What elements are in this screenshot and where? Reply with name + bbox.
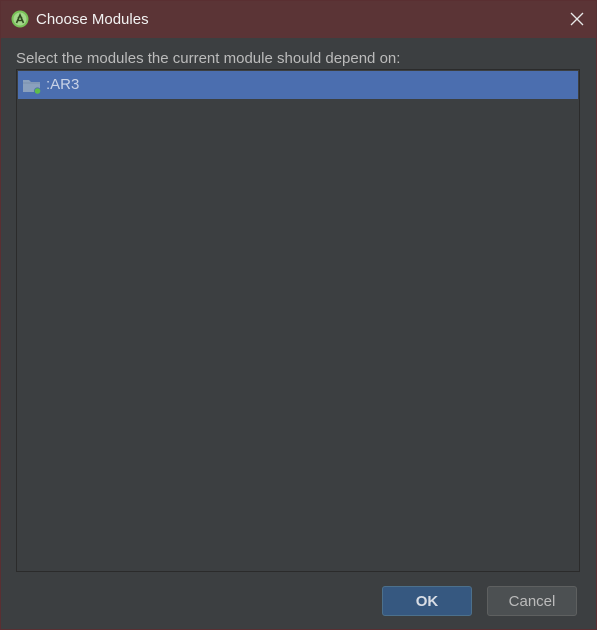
module-folder-icon (22, 77, 42, 95)
cancel-button[interactable]: Cancel (487, 586, 577, 616)
list-item[interactable]: :AR3 (18, 71, 578, 99)
module-list[interactable]: :AR3 (16, 69, 580, 572)
ok-button[interactable]: OK (382, 586, 472, 616)
choose-modules-dialog: Choose Modules Select the modules the cu… (0, 0, 597, 630)
dialog-prompt: Select the modules the current module sh… (16, 50, 401, 67)
module-label: :AR3 (46, 76, 80, 93)
title-bar[interactable]: Choose Modules (1, 1, 596, 38)
close-icon (570, 12, 584, 26)
android-studio-icon (11, 10, 29, 28)
close-button[interactable] (567, 9, 587, 29)
window-title: Choose Modules (36, 11, 149, 28)
